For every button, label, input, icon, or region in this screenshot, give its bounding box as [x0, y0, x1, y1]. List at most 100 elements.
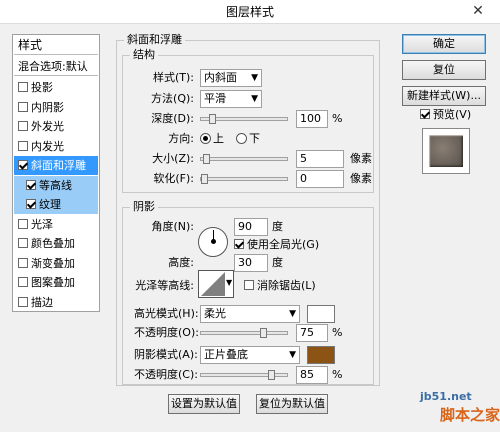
soften-slider-thumb[interactable] [201, 174, 208, 184]
depth-slider-thumb[interactable] [208, 114, 216, 124]
radio-down[interactable] [236, 133, 247, 144]
shadow-mode-label: 阴影模式(A): [134, 348, 198, 361]
altitude-input[interactable]: 30 [234, 254, 268, 272]
gloss-contour-picker[interactable]: ▼ [198, 270, 234, 298]
style-item-checkbox[interactable] [18, 121, 28, 131]
highlight-opacity-slider[interactable] [200, 328, 288, 338]
style-item-label: 描边 [31, 295, 53, 309]
shadow-color-swatch[interactable] [307, 346, 335, 364]
style-item-checkbox[interactable] [18, 101, 28, 112]
style-item[interactable]: 颜色叠加 [14, 234, 98, 253]
soften-input[interactable]: 0 [296, 170, 344, 188]
size-slider-thumb[interactable] [202, 154, 210, 164]
reset-button[interactable]: 复位 [402, 60, 486, 80]
preview-text: 预览(V) [433, 108, 472, 121]
new-style-button[interactable]: 新建样式(W)... [402, 86, 486, 106]
antialias-option[interactable]: 消除锯齿(L) [244, 277, 316, 295]
contour-linear-icon [201, 272, 225, 296]
style-item-checkbox[interactable] [18, 218, 28, 229]
structure-title: 结构 [130, 48, 158, 61]
highlight-opacity-thumb[interactable] [260, 328, 268, 338]
depth-input[interactable]: 100 [296, 110, 328, 128]
highlight-mode-dropdown[interactable]: 柔光 ▼ [200, 305, 300, 323]
style-item[interactable]: 投影 [14, 78, 98, 97]
global-light-option[interactable]: 使用全局光(G) [234, 236, 319, 254]
chevron-down-icon: ▼ [289, 350, 296, 360]
style-item[interactable]: 斜面和浮雕 [14, 156, 98, 175]
direction-label: 方向: [168, 132, 194, 145]
style-item[interactable]: 渐变叠加 [14, 254, 98, 273]
shadow-opacity-input[interactable]: 85 [296, 366, 328, 384]
shadow-opacity-slider[interactable] [200, 370, 288, 380]
close-icon[interactable]: ✕ [456, 0, 500, 22]
soften-unit: 像素 [350, 172, 372, 185]
ok-button[interactable]: 确定 [402, 34, 486, 54]
antialias-checkbox[interactable] [244, 280, 254, 290]
highlight-color-swatch[interactable] [307, 305, 335, 323]
style-item[interactable]: 外发光 [14, 117, 98, 136]
style-label: 样式(T): [152, 71, 194, 84]
style-item[interactable]: 纹理 [14, 195, 98, 214]
style-item-label: 内阴影 [31, 100, 64, 114]
altitude-label: 高度: [168, 256, 194, 269]
angle-unit: 度 [272, 220, 283, 233]
direction-up-text: 上 [213, 132, 224, 145]
radio-up[interactable] [200, 133, 211, 144]
preview-thumbnail [422, 128, 470, 174]
style-item-checkbox[interactable] [18, 277, 28, 287]
angle-input[interactable]: 90 [234, 218, 268, 236]
style-item[interactable]: 描边 [14, 293, 98, 312]
shadow-mode-value: 正片叠底 [204, 348, 248, 361]
style-item-checkbox[interactable] [18, 160, 28, 170]
blending-options-item[interactable]: 混合选项:默认 [14, 57, 98, 76]
size-slider[interactable] [200, 154, 288, 164]
direction-down-option[interactable]: 下 [236, 130, 260, 148]
style-item[interactable]: 内发光 [14, 137, 98, 156]
set-default-button[interactable]: 设置为默认值 [168, 394, 240, 414]
shadow-mode-dropdown[interactable]: 正片叠底 ▼ [200, 346, 300, 364]
altitude-unit: 度 [272, 256, 283, 269]
preview-checkbox[interactable] [420, 109, 430, 119]
style-item[interactable]: 内阴影 [14, 98, 98, 117]
style-item[interactable]: 图案叠加 [14, 273, 98, 292]
watermark-brand: 脚本之家 [440, 406, 500, 424]
shadow-opacity-thumb[interactable] [268, 370, 276, 380]
direction-up-option[interactable]: 上 [200, 130, 224, 148]
reset-default-button[interactable]: 复位为默认值 [256, 394, 328, 414]
layer-style-dialog: 图层样式 ✕ 样式 混合选项:默认 投影内阴影外发光 内发光 斜面和浮雕 等高线 纹理光… [0, 0, 500, 432]
title-bar: 图层样式 ✕ [0, 0, 500, 24]
style-dropdown[interactable]: 内斜面 ▼ [200, 69, 262, 87]
technique-dropdown[interactable]: 平滑 ▼ [200, 90, 262, 108]
angle-dial[interactable] [198, 227, 228, 257]
technique-label: 方法(Q): [151, 92, 194, 105]
soften-slider[interactable] [200, 174, 288, 184]
highlight-opacity-input[interactable]: 75 [296, 324, 328, 342]
chevron-down-icon: ▼ [251, 94, 258, 104]
styles-header[interactable]: 样式 [14, 36, 98, 55]
style-item[interactable]: 等高线 [14, 175, 98, 195]
style-item-checkbox[interactable] [18, 238, 28, 248]
highlight-mode-label: 高光模式(H): [134, 307, 199, 320]
preview-option[interactable]: 预览(V) [420, 106, 471, 124]
styles-list: 样式 混合选项:默认 投影内阴影外发光 内发光 斜面和浮雕 等高线 纹理光泽颜色叠加 渐变… [12, 34, 100, 312]
style-item-checkbox[interactable] [18, 140, 28, 151]
angle-dial-center [211, 239, 216, 244]
size-label: 大小(Z): [152, 152, 194, 165]
style-item-checkbox[interactable] [18, 296, 28, 307]
style-item-checkbox[interactable] [26, 199, 36, 209]
global-light-text: 使用全局光(G) [247, 238, 320, 251]
dialog-title: 图层样式 [225, 5, 274, 19]
style-item[interactable]: 光泽 [14, 215, 98, 234]
size-input[interactable]: 5 [296, 150, 344, 168]
global-light-checkbox[interactable] [234, 239, 244, 249]
shadow-opacity-label: 不透明度(C): [134, 368, 198, 381]
style-item-label: 光泽 [31, 217, 53, 231]
style-item-checkbox[interactable] [18, 82, 28, 92]
depth-unit: % [332, 112, 343, 125]
style-item-checkbox[interactable] [26, 179, 36, 190]
style-item-checkbox[interactable] [18, 257, 28, 268]
gloss-contour-label: 光泽等高线: [135, 279, 194, 292]
size-unit: 像素 [350, 152, 372, 165]
depth-slider[interactable] [200, 114, 288, 124]
direction-down-text: 下 [249, 132, 260, 145]
